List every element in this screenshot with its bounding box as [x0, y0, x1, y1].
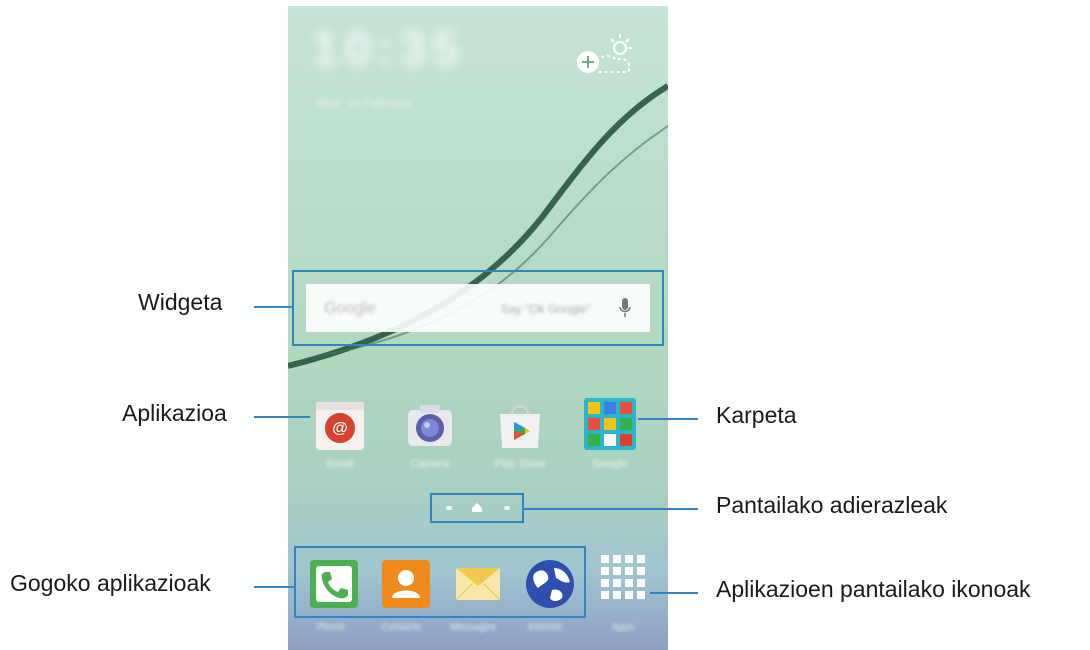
page-indicators[interactable] — [430, 493, 524, 523]
leader-folder — [638, 418, 698, 420]
dock-label: Messages — [450, 622, 496, 633]
apps-grid-icon[interactable] — [598, 552, 648, 602]
dock-label: Phone — [316, 622, 346, 633]
callout-app: Aplikazioa — [122, 400, 227, 426]
microphone-icon[interactable] — [618, 296, 632, 320]
email-icon[interactable]: @ — [312, 398, 368, 454]
dock-label: Internet — [528, 622, 562, 633]
weather-add-icon[interactable] — [574, 26, 636, 78]
internet-icon[interactable] — [524, 558, 576, 610]
app-label: Camera — [410, 458, 450, 470]
clock-widget[interactable]: 10:35 — [312, 22, 462, 76]
widget-highlight: Google Say "Ok Google" — [292, 270, 664, 346]
google-search-widget[interactable]: Google Say "Ok Google" — [306, 284, 650, 332]
app-label: Google — [592, 458, 628, 470]
dock-label: Contacts — [381, 622, 421, 633]
callout-widget: Widgeta — [138, 289, 223, 315]
svg-text:@: @ — [332, 420, 348, 437]
callout-folder: Karpeta — [716, 402, 797, 428]
phone-icon[interactable] — [308, 558, 360, 610]
leader-app — [254, 416, 310, 418]
leader-indicators — [524, 508, 698, 510]
camera-icon[interactable] — [402, 398, 458, 454]
page-dot — [446, 506, 452, 510]
contacts-icon[interactable] — [380, 558, 432, 610]
home-page-indicator-icon — [472, 503, 482, 512]
callout-indicators: Pantailako adierazleak — [716, 492, 948, 518]
callout-favorites: Gogoko aplikazioak — [10, 570, 211, 596]
favorites-tray — [294, 546, 586, 618]
search-hint: Say "Ok Google" — [501, 302, 591, 316]
callout-apps-screen-icon: Aplikazioen pantailako ikonoak — [716, 576, 1031, 602]
messages-icon[interactable] — [452, 558, 504, 610]
leader-apps-screen-icon — [650, 592, 698, 594]
search-brand: Google — [324, 300, 376, 317]
page-dot — [504, 506, 510, 510]
leader-widget — [254, 306, 292, 308]
app-label: Play Store — [494, 458, 546, 470]
dock-label: Apps — [611, 622, 635, 633]
phone-home-screen: 10:35 Wed, 14 February Google Say "Ok Go… — [288, 6, 668, 650]
leader-favorites — [254, 586, 294, 588]
app-label: Email — [326, 458, 354, 470]
date-text: Wed, 14 February — [316, 96, 412, 110]
google-folder-icon[interactable] — [582, 396, 638, 452]
play-store-icon[interactable] — [492, 398, 548, 454]
